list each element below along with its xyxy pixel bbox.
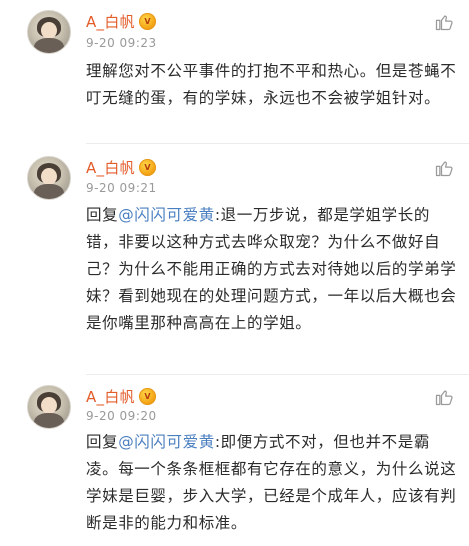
- mention-link[interactable]: @闪闪可爱黄: [118, 206, 215, 224]
- user-avatar[interactable]: [27, 156, 71, 200]
- username-link[interactable]: A_白帆: [86, 11, 135, 32]
- username-link[interactable]: A_白帆: [86, 157, 135, 178]
- comment-text: 回复@闪闪可爱黄:即便方式不对，但也并不是霸凌。每一个条条框框都有它存在的意义，…: [86, 429, 458, 537]
- comment-text: 回复@闪闪可爱黄:退一万步说，都是学姐学长的错，非要以这种方式去哗众取宠？为什么…: [86, 202, 458, 337]
- comment-body: 理解您对不公平事件的打抱不平和热心。但是苍蝇不叮无缝的蛋，有的学妹，永远也不会被…: [86, 62, 457, 107]
- avatar-body: [34, 413, 64, 428]
- user-avatar[interactable]: [27, 385, 71, 429]
- comment-timestamp: 9-20 09:23: [86, 36, 157, 50]
- avatar-face: [41, 22, 57, 39]
- thumbs-up-icon[interactable]: [434, 158, 454, 178]
- vip-badge-icon: V: [138, 13, 156, 30]
- reply-prefix: 回复: [86, 206, 119, 224]
- username-row: A_白帆 V: [86, 386, 156, 407]
- vip-badge-icon: V: [138, 388, 156, 405]
- reply-prefix: 回复: [86, 433, 119, 451]
- username-row: A_白帆 V: [86, 11, 156, 32]
- comment-timestamp: 9-20 09:21: [86, 181, 157, 195]
- thumbs-up-icon[interactable]: [434, 387, 454, 407]
- comment-divider: [86, 143, 469, 144]
- thumbs-up-icon[interactable]: [434, 12, 454, 32]
- comment-item: A_白帆 V 9-20 09:23 理解您对不公平事件的打抱不平和热心。但是苍蝇…: [0, 0, 469, 150]
- avatar-face: [41, 168, 57, 185]
- comment-item: A_白帆 V 9-20 09:20 回复@闪闪可爱黄:即便方式不对，但也并不是霸…: [0, 380, 469, 546]
- mention-link[interactable]: @闪闪可爱黄: [118, 433, 215, 451]
- comment-text: 理解您对不公平事件的打抱不平和热心。但是苍蝇不叮无缝的蛋，有的学妹，永远也不会被…: [86, 58, 458, 112]
- avatar-body: [34, 38, 64, 53]
- avatar-body: [34, 184, 64, 199]
- username-row: A_白帆 V: [86, 157, 156, 178]
- comment-timestamp: 9-20 09:20: [86, 409, 157, 423]
- avatar-face: [41, 397, 57, 414]
- comment-item: A_白帆 V 9-20 09:21 回复@闪闪可爱黄:退一万步说，都是学姐学长的…: [0, 150, 469, 378]
- user-avatar[interactable]: [27, 10, 71, 54]
- username-link[interactable]: A_白帆: [86, 386, 135, 407]
- comment-body: :退一万步说，都是学姐学长的错，非要以这种方式去哗众取宠？为什么不做好自己？为什…: [86, 206, 457, 332]
- vip-badge-icon: V: [138, 159, 156, 176]
- comment-divider: [86, 374, 469, 375]
